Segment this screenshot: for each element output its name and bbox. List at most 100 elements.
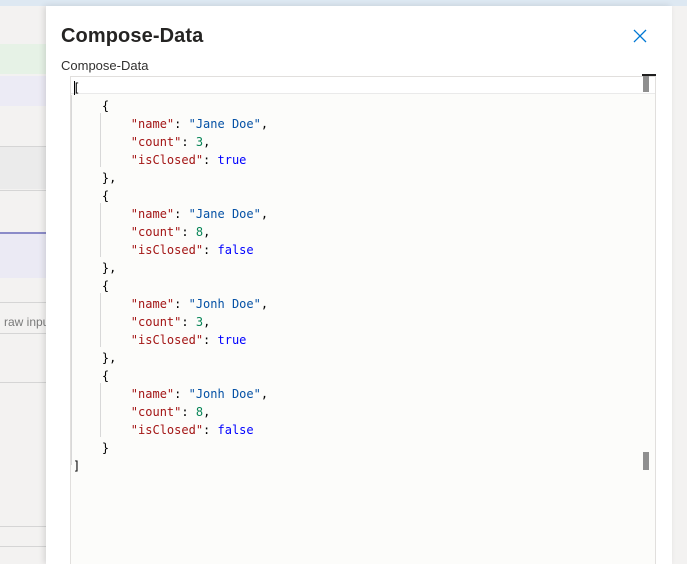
background-block-green [0, 44, 46, 74]
scrollbar-thumb-bottom[interactable] [643, 452, 649, 470]
json-key: "isClosed" [130, 423, 204, 437]
json-punct [73, 225, 131, 239]
json-punct: : [203, 333, 218, 347]
json-key: "count" [130, 315, 182, 329]
json-punct [73, 387, 131, 401]
json-punct [73, 135, 131, 149]
json-key: "name" [130, 117, 175, 131]
background-divider [0, 382, 46, 383]
json-punct: ] [73, 459, 81, 473]
code-line: "isClosed": true [73, 333, 247, 347]
json-string: "Jane Doe" [188, 117, 261, 131]
code-line: { [73, 279, 109, 293]
code-line: { [73, 369, 109, 383]
code-line: "isClosed": true [73, 153, 247, 167]
panel-title: Compose-Data [61, 25, 204, 47]
json-punct: : [203, 243, 218, 257]
code-line: { [73, 189, 109, 203]
code-line: }, [73, 171, 116, 185]
app-window: raw input Compose-Data Compose-Data [ { … [0, 0, 687, 564]
background-page: raw input [0, 6, 46, 564]
background-page-right [672, 6, 687, 564]
json-boolean: false [217, 243, 254, 257]
json-string: "Jane Doe" [188, 207, 261, 221]
code-line: { [73, 99, 109, 113]
json-string: "Jonh Doe" [188, 387, 261, 401]
code-line: "name": "Jonh Doe", [73, 297, 268, 311]
json-punct: : [181, 315, 196, 329]
json-punct: : [181, 225, 196, 239]
json-code-editor[interactable]: [ { "name": "Jane Doe", "count": 3, "isC… [70, 76, 656, 564]
field-label: Compose-Data [61, 58, 149, 73]
json-boolean: false [217, 423, 254, 437]
json-punct [73, 117, 131, 131]
code-line: "isClosed": false [73, 423, 254, 437]
json-key: "name" [130, 207, 175, 221]
json-punct [73, 315, 131, 329]
background-divider [0, 302, 46, 303]
json-punct [73, 405, 131, 419]
background-block-lavender [0, 76, 46, 106]
json-number: 8 [195, 405, 204, 419]
json-punct: : [174, 387, 189, 401]
json-punct [73, 423, 131, 437]
json-punct: { [73, 189, 110, 203]
json-punct [73, 153, 131, 167]
json-punct: }, [73, 261, 117, 275]
json-punct: , [203, 315, 211, 329]
close-button[interactable] [630, 26, 650, 46]
background-divider [0, 546, 46, 547]
json-punct [73, 333, 131, 347]
json-boolean: true [217, 153, 247, 167]
json-key: "name" [130, 387, 175, 401]
code-line: ] [73, 459, 80, 473]
code-line: "name": "Jane Doe", [73, 207, 268, 221]
code-line: "name": "Jonh Doe", [73, 387, 268, 401]
compose-data-panel: Compose-Data Compose-Data [ { "name": "J… [46, 6, 672, 564]
json-number: 8 [195, 225, 204, 239]
indent-guide [71, 95, 72, 465]
json-punct: , [260, 117, 269, 131]
json-key: "count" [130, 135, 182, 149]
json-key: "isClosed" [130, 243, 204, 257]
json-punct: , [260, 207, 269, 221]
code-line: "count": 3, [73, 135, 211, 149]
json-punct: { [73, 99, 110, 113]
json-punct: , [260, 387, 269, 401]
editor-scrollbar[interactable] [642, 74, 656, 558]
code-line: }, [73, 261, 116, 275]
json-punct: , [203, 405, 211, 419]
background-block-selected [0, 232, 46, 278]
json-key: "name" [130, 297, 175, 311]
scrollbar-thumb-top[interactable] [643, 76, 649, 92]
json-punct: : [174, 207, 189, 221]
background-partial-text: raw input [4, 315, 46, 329]
json-punct: : [174, 297, 189, 311]
json-punct: , [260, 297, 269, 311]
code-line: "count": 3, [73, 315, 211, 329]
json-punct: , [203, 225, 211, 239]
json-number: 3 [195, 135, 204, 149]
json-punct: }, [73, 171, 117, 185]
json-key: "isClosed" [130, 333, 204, 347]
background-divider [0, 526, 46, 527]
json-punct [73, 243, 131, 257]
json-punct: , [203, 135, 211, 149]
json-string: "Jonh Doe" [188, 297, 261, 311]
code-content: [ { "name": "Jane Doe", "count": 3, "isC… [73, 79, 268, 475]
json-key: "isClosed" [130, 153, 204, 167]
code-line: "isClosed": false [73, 243, 254, 257]
json-key: "count" [130, 225, 182, 239]
json-punct [73, 207, 131, 221]
background-divider [0, 333, 46, 334]
code-line: "count": 8, [73, 405, 211, 419]
text-caret [74, 81, 75, 95]
json-punct: : [174, 117, 189, 131]
json-key: "count" [130, 405, 182, 419]
json-punct: { [73, 279, 110, 293]
json-punct: { [73, 369, 110, 383]
code-line: "count": 8, [73, 225, 211, 239]
close-icon [633, 29, 647, 43]
json-punct: : [181, 135, 196, 149]
json-number: 3 [195, 315, 204, 329]
